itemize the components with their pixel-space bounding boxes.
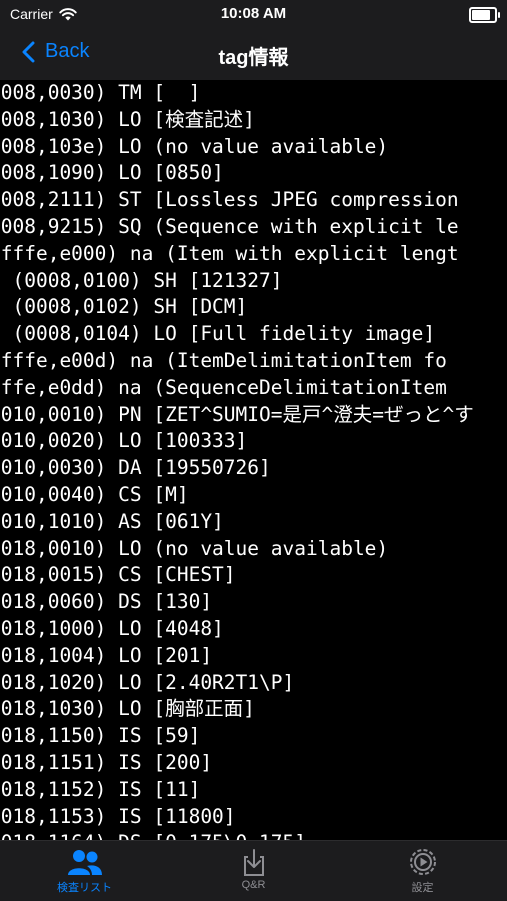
tag-list-scroll[interactable]: 0008,0030) TM [ ] 0008,1030) LO [検査記述] 000… xyxy=(0,80,507,840)
tag-line: 0008,1030) LO [検査記述] xyxy=(0,107,255,131)
tag-line: 0018,1020) LO [2.40R2T1\P] xyxy=(0,670,295,694)
tag-line: 0018,0060) DS [130] xyxy=(0,590,213,614)
tag-line: 0010,0040) CS [M] xyxy=(0,482,189,506)
tab-label: 検査リスト xyxy=(57,882,112,894)
tag-line: 0008,2111) ST [Lossless JPEG compression xyxy=(0,188,459,212)
tag-line: 0018,1153) IS [11800] xyxy=(0,804,236,828)
tag-line: 0010,0030) DA [19550726] xyxy=(0,456,271,480)
tag-line: (fffe,e000) na (Item with explicit lengt xyxy=(0,241,459,265)
tag-line: 0010,0010) PN [ZET^SUMIO=是戸^澄夫=ぜっと^す xyxy=(0,402,474,426)
tag-list: 0008,0030) TM [ ] 0008,1030) LO [検査記述] 000… xyxy=(0,80,474,840)
page-title: tag情報 xyxy=(218,47,289,69)
tag-line: 0018,1150) IS [59] xyxy=(0,724,201,748)
tag-line: 0018,1030) LO [胸部正面] xyxy=(0,697,255,721)
tab-exam-list[interactable]: 検査リスト xyxy=(0,847,169,895)
battery-icon xyxy=(469,7,500,23)
tag-line: (0008,0104) LO [Full fidelity image] xyxy=(0,322,436,346)
tag-line: 0008,9215) SQ (Sequence with explicit le xyxy=(0,214,459,238)
tag-line: (0008,0100) SH [121327] xyxy=(0,268,283,292)
download-icon xyxy=(243,849,264,876)
tag-line: 0018,1151) IS [200] xyxy=(0,750,213,774)
tag-line: 0018,0010) LO (no value available) xyxy=(0,536,389,560)
tag-line: 0018,1164) DS [0.175\0.175] xyxy=(0,830,474,840)
tag-line: 0018,1152) IS [11] xyxy=(0,777,201,801)
tag-line: fffe,e0dd) na (SequenceDelimitationItem xyxy=(0,375,447,399)
battery-level xyxy=(472,10,490,20)
tag-line: 0010,0020) LO [100333] xyxy=(0,429,248,453)
tag-line: 0008,0030) TM [ ] xyxy=(0,81,201,104)
tag-line: 0018,1004) LO [201] xyxy=(0,643,213,667)
tab-settings[interactable]: 設定 xyxy=(338,847,507,895)
tag-line: 0018,0015) CS [CHEST] xyxy=(0,563,236,587)
tag-line: 0010,1010) AS [061Y] xyxy=(0,509,224,533)
tab-qr[interactable]: Q&R xyxy=(169,847,338,891)
tag-line: (0008,0102) SH [DCM] xyxy=(0,295,248,319)
tab-label: Q&R xyxy=(241,879,266,891)
tab-bar: 検査リスト Q&R 設定 xyxy=(0,840,507,901)
tag-line: 0008,1090) LO [0850] xyxy=(0,161,224,185)
tag-line: (fffe,e00d) na (ItemDelimitationItem fo xyxy=(0,348,447,372)
tag-line: 0018,1000) LO [4048] xyxy=(0,616,224,640)
gear-icon xyxy=(409,849,436,875)
tab-label: 設定 xyxy=(411,882,434,894)
tag-line: 0008,103e) LO (no value available) xyxy=(0,134,389,158)
status-bar: Carrier 10:08 AM xyxy=(0,0,507,28)
nav-bar: Back tag情報 xyxy=(0,28,507,80)
status-time: 10:08 AM xyxy=(220,5,287,22)
people-icon xyxy=(67,850,102,875)
